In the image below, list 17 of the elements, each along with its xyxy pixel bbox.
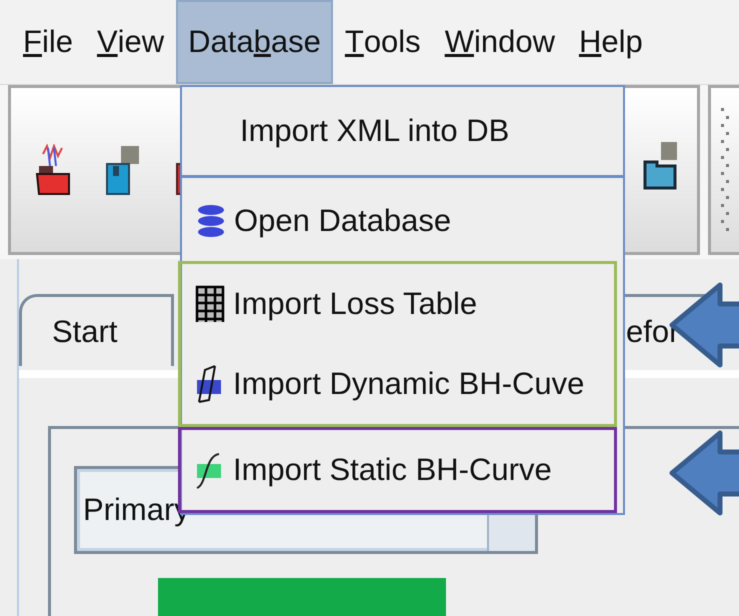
menu-item[interactable]: Tools <box>332 0 433 84</box>
menu-item[interactable]: Import Static BH-Curve <box>181 430 614 510</box>
menu-item[interactable]: Database <box>176 0 333 84</box>
menu-item[interactable]: View <box>84 0 176 84</box>
arrow-icon <box>668 430 739 516</box>
floppy-icon[interactable] <box>105 144 141 196</box>
tab[interactable]: Start <box>19 294 174 366</box>
menu-item[interactable]: Window <box>432 0 567 84</box>
menu-item[interactable]: File <box>11 0 85 84</box>
folder-icon[interactable] <box>35 144 71 196</box>
menu-item[interactable]: Open Database <box>182 181 623 261</box>
table-icon <box>193 284 227 324</box>
folder-icon[interactable] <box>643 140 679 192</box>
menu-item[interactable]: Import Loss Table <box>181 264 614 344</box>
menu-item[interactable]: Import XML into DB <box>182 87 623 175</box>
menu-item[interactable]: Import Dynamic BH-Cuve <box>181 344 614 424</box>
menu-item[interactable]: Help <box>566 0 655 84</box>
